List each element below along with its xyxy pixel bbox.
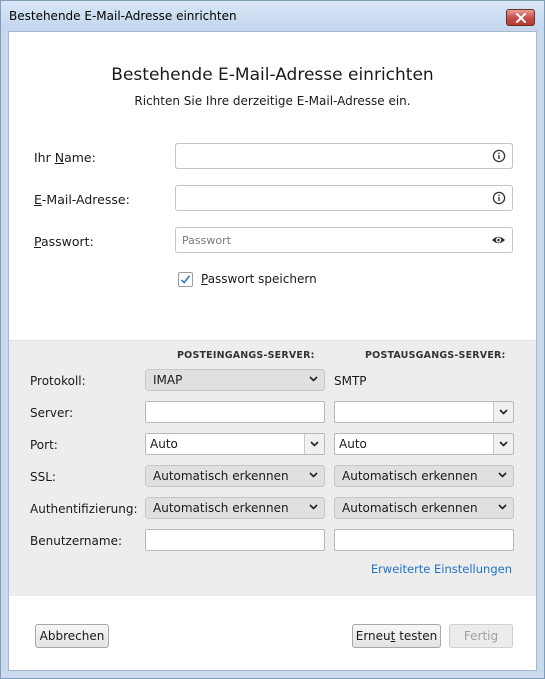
outgoing-username-input[interactable]	[334, 529, 514, 551]
email-field[interactable]	[175, 185, 513, 211]
name-field[interactable]	[175, 143, 513, 169]
outgoing-server-header: POSTAUSGANGS-SERVER:	[365, 350, 506, 361]
incoming-server-input[interactable]	[145, 401, 325, 423]
email-label: E-Mail-Adresse:	[34, 192, 130, 207]
eye-icon[interactable]	[491, 233, 506, 247]
chevron-down-icon	[310, 441, 319, 447]
page-subtitle: Richten Sie Ihre derzeitige E-Mail-Adres…	[134, 94, 411, 108]
advanced-settings-link[interactable]: Erweiterte Einstellungen	[371, 562, 512, 576]
password-label: Passwort:	[34, 234, 94, 249]
info-icon[interactable]	[492, 149, 506, 163]
chevron-down-icon	[499, 409, 508, 415]
chevron-down-icon	[309, 504, 318, 510]
username-label: Benutzername:	[30, 534, 123, 548]
chevron-down-icon	[309, 376, 318, 382]
done-button[interactable]: Fertig	[449, 624, 513, 648]
outgoing-protocol-value: SMTP	[334, 374, 367, 388]
name-label: Ihr Name:	[34, 150, 96, 165]
page-title: Bestehende E-Mail-Adresse einrichten	[111, 65, 434, 85]
close-button[interactable]	[506, 9, 535, 26]
incoming-ssl-select[interactable]: Automatisch erkennen	[145, 465, 325, 487]
outgoing-port-dropdown-button[interactable]	[493, 434, 513, 454]
authentication-label: Authentifizierung:	[30, 502, 138, 516]
info-icon[interactable]	[492, 191, 506, 205]
name-input[interactable]	[176, 144, 488, 168]
chevron-down-icon	[498, 504, 507, 510]
outgoing-server-combo[interactable]	[334, 401, 514, 423]
ssl-label: SSL:	[30, 470, 56, 484]
incoming-auth-select[interactable]: Automatisch erkennen	[145, 497, 325, 519]
dialog-content: Bestehende E-Mail-Adresse einrichten Ric…	[8, 31, 537, 671]
checkmark-icon	[180, 275, 191, 284]
outgoing-auth-select[interactable]: Automatisch erkennen	[334, 497, 514, 519]
outgoing-server-dropdown-button[interactable]	[493, 402, 513, 422]
window-title: Bestehende E-Mail-Adresse einrichten	[9, 9, 237, 23]
cancel-button[interactable]: Abbrechen	[35, 624, 109, 648]
server-settings-panel: POSTEINGANGS-SERVER: POSTAUSGANGS-SERVER…	[9, 340, 536, 596]
retest-button[interactable]: Erneut testen	[352, 624, 441, 648]
password-input[interactable]	[176, 228, 488, 252]
remember-password-label[interactable]: Passwort speichern	[201, 272, 317, 286]
incoming-port-combo[interactable]: Auto	[145, 433, 325, 455]
server-label: Server:	[30, 406, 74, 420]
remember-password-checkbox[interactable]	[178, 272, 193, 287]
chevron-down-icon	[498, 472, 507, 478]
protocol-label: Protokoll:	[30, 374, 86, 388]
incoming-protocol-select[interactable]: IMAP	[145, 369, 325, 391]
chevron-down-icon	[499, 441, 508, 447]
dialog-window: Bestehende E-Mail-Adresse einrichten Bes…	[0, 0, 545, 679]
title-bar[interactable]: Bestehende E-Mail-Adresse einrichten	[1, 1, 544, 31]
outgoing-port-combo[interactable]: Auto	[334, 433, 514, 455]
password-field[interactable]	[175, 227, 513, 253]
outgoing-ssl-select[interactable]: Automatisch erkennen	[334, 465, 514, 487]
close-icon	[516, 13, 526, 23]
incoming-server-header: POSTEINGANGS-SERVER:	[177, 350, 315, 361]
email-input[interactable]	[176, 186, 488, 210]
chevron-down-icon	[309, 472, 318, 478]
port-label: Port:	[30, 438, 58, 452]
incoming-username-input[interactable]	[145, 529, 325, 551]
incoming-port-dropdown-button[interactable]	[304, 434, 324, 454]
